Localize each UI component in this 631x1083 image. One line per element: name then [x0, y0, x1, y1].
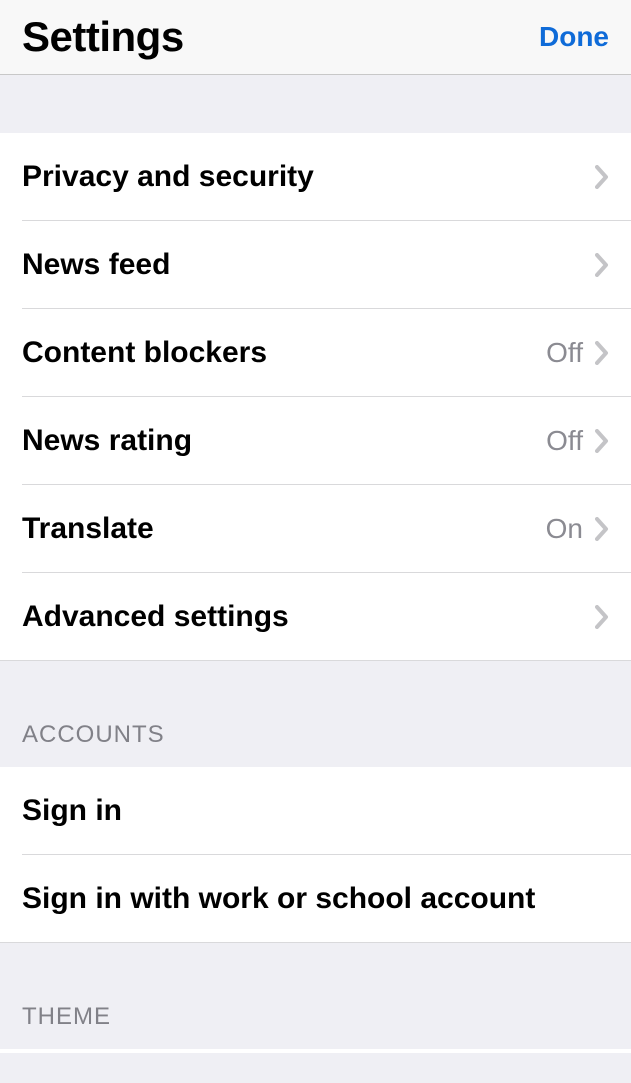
- row-news-feed[interactable]: News feed: [0, 221, 631, 309]
- row-label: Content blockers: [22, 336, 267, 370]
- row-content-blockers[interactable]: Content blockers Off: [0, 309, 631, 397]
- chevron-right-icon: [595, 605, 609, 629]
- row-label: Sign in: [22, 794, 122, 828]
- done-button[interactable]: Done: [539, 21, 609, 53]
- page-title: Settings: [22, 13, 184, 61]
- row-label: News feed: [22, 248, 170, 282]
- row-value: On: [546, 513, 583, 545]
- chevron-right-icon: [595, 165, 609, 189]
- theme-group: [0, 1049, 631, 1053]
- row-label: News rating: [22, 424, 192, 458]
- accounts-header: ACCOUNTS: [0, 721, 631, 767]
- row-news-rating[interactable]: News rating Off: [0, 397, 631, 485]
- spacer: [0, 75, 631, 133]
- row-right: [595, 605, 609, 629]
- row-advanced-settings[interactable]: Advanced settings: [0, 573, 631, 661]
- row-label: Advanced settings: [22, 600, 289, 634]
- row-sign-in[interactable]: Sign in: [0, 767, 631, 855]
- accounts-group: Sign in Sign in with work or school acco…: [0, 767, 631, 943]
- header: Settings Done: [0, 0, 631, 75]
- theme-header: THEME: [0, 1003, 631, 1049]
- row-privacy-security[interactable]: Privacy and security: [0, 133, 631, 221]
- row-right: Off: [546, 425, 609, 457]
- chevron-right-icon: [595, 341, 609, 365]
- row-value: Off: [546, 337, 583, 369]
- row-right: Off: [546, 337, 609, 369]
- row-translate[interactable]: Translate On: [0, 485, 631, 573]
- row-value: Off: [546, 425, 583, 457]
- chevron-right-icon: [595, 253, 609, 277]
- row-sign-in-work-school[interactable]: Sign in with work or school account: [0, 855, 631, 943]
- row-right: [595, 253, 609, 277]
- row-label: Privacy and security: [22, 160, 314, 194]
- row-label: Sign in with work or school account: [22, 882, 535, 916]
- main-settings-group: Privacy and security News feed Content b…: [0, 133, 631, 661]
- row-label: Translate: [22, 512, 154, 546]
- row-right: On: [546, 513, 609, 545]
- row-right: [595, 165, 609, 189]
- chevron-right-icon: [595, 429, 609, 453]
- chevron-right-icon: [595, 517, 609, 541]
